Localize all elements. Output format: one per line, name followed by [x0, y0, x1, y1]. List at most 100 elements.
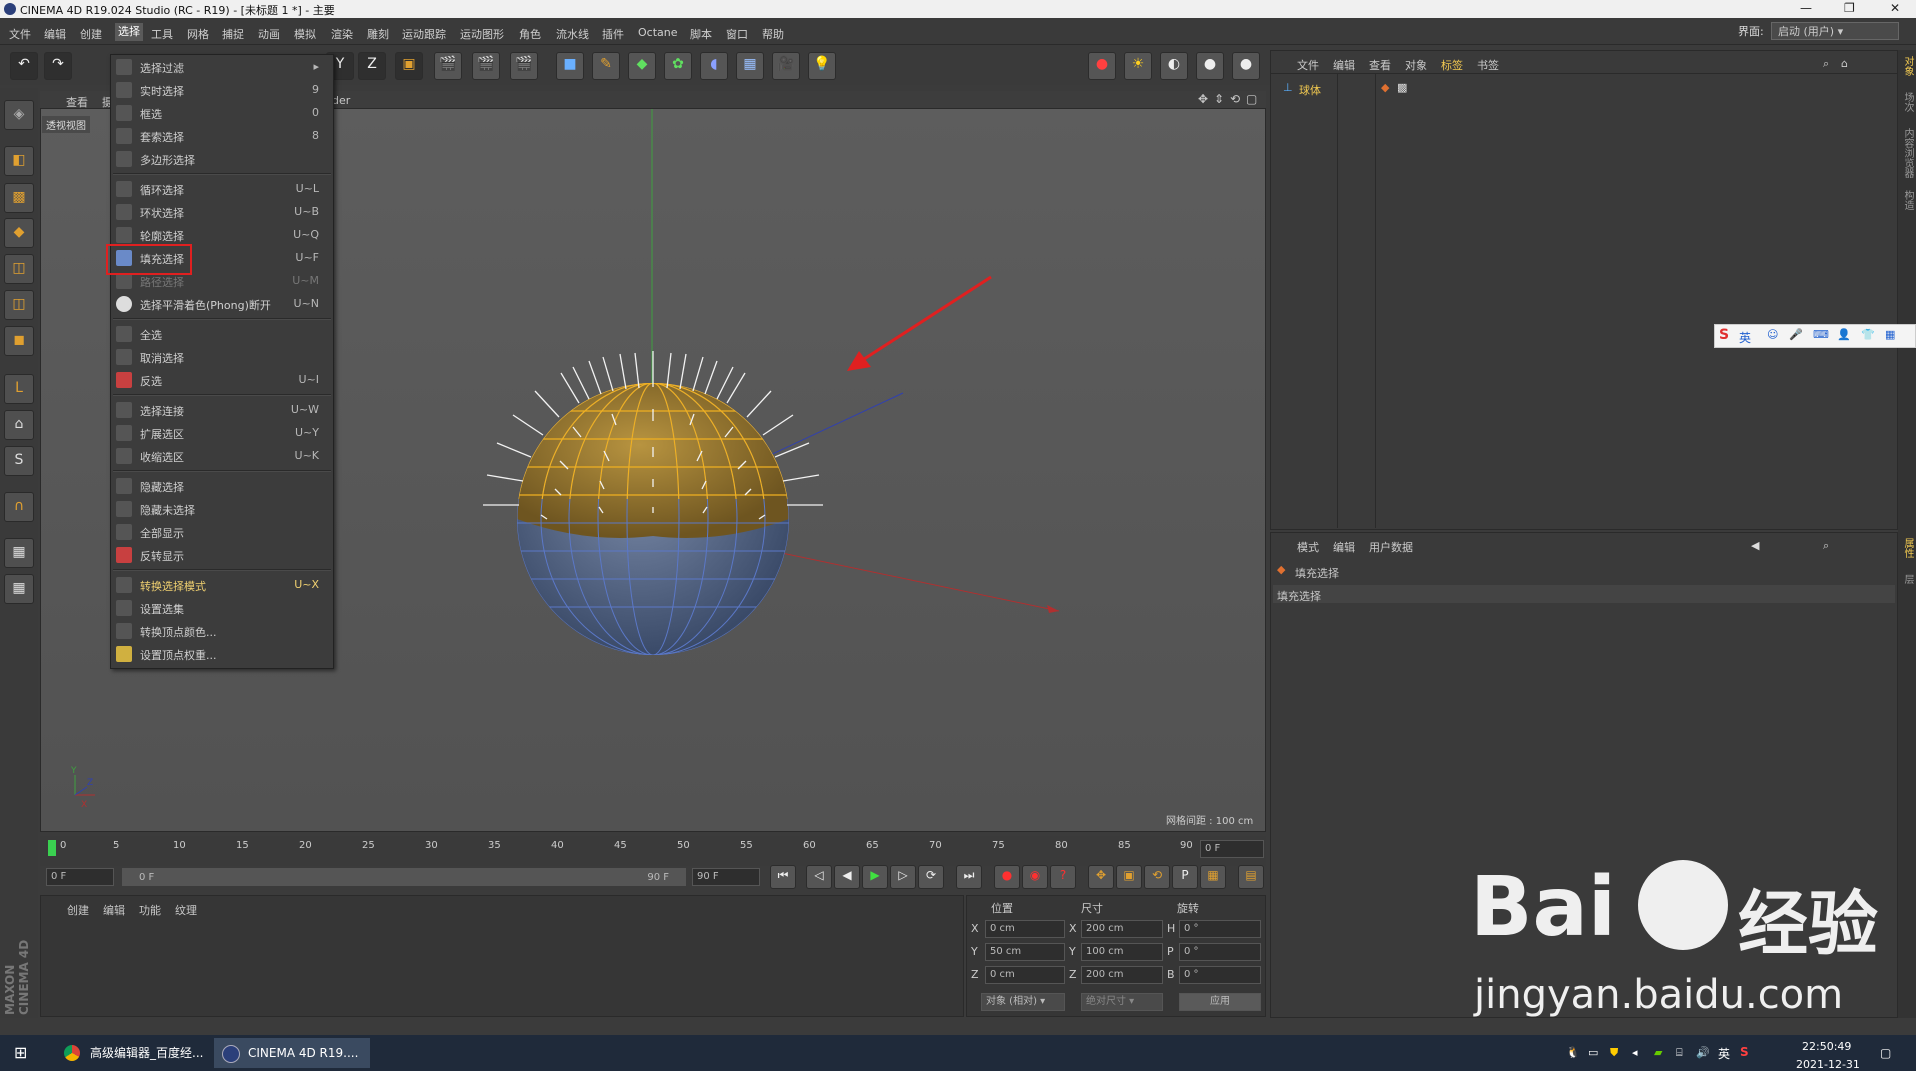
octane-material-button[interactable]: ◐: [1160, 52, 1188, 80]
selection-tag-icon[interactable]: ◆: [1381, 81, 1389, 94]
solo-button[interactable]: S: [4, 446, 34, 476]
om-tab-tags[interactable]: 标签: [1441, 57, 1463, 73]
menu-character[interactable]: 角色: [519, 26, 541, 42]
am-search-icon[interactable]: ⌕: [1823, 539, 1829, 553]
menu-item-live-selection[interactable]: 实时选择 9: [111, 79, 333, 101]
viewport-maximize-icon[interactable]: ▢: [1246, 92, 1257, 106]
phong-tag-icon[interactable]: ▩: [1397, 81, 1407, 94]
menu-item-select-all[interactable]: 全选: [111, 323, 333, 345]
tray-volume-icon[interactable]: 🔊: [1696, 1046, 1710, 1059]
floor-button[interactable]: ▦: [736, 52, 764, 80]
menu-item-hide-unselected[interactable]: 隐藏未选择: [111, 498, 333, 520]
ime-skin-icon[interactable]: 👕: [1861, 328, 1875, 341]
end-frame-field[interactable]: 90 F: [692, 868, 760, 886]
om-search-icon[interactable]: ⌕: [1823, 57, 1829, 71]
viewport-menu-partial[interactable]: der: [332, 94, 350, 107]
menu-create[interactable]: 创建: [80, 26, 102, 42]
om-tab-bookmarks[interactable]: 书签: [1477, 57, 1499, 73]
close-icon[interactable]: ✕: [1890, 1, 1900, 15]
redo-button[interactable]: ↷: [44, 52, 72, 80]
taskbar-cinema4d[interactable]: CINEMA 4D R19....: [214, 1038, 370, 1068]
menu-plugins[interactable]: 插件: [602, 26, 624, 42]
play-button[interactable]: ▶: [862, 865, 888, 889]
size-mode-select[interactable]: 绝对尺寸 ▾: [1081, 993, 1163, 1011]
menu-motion-tracking[interactable]: 运动跟踪: [402, 26, 446, 42]
frame-range-slider[interactable]: 0 F 90 F: [122, 868, 686, 886]
size-z-field[interactable]: 200 cm: [1081, 966, 1163, 984]
vtab-content-browser[interactable]: 内容浏览器: [1901, 128, 1915, 178]
tray-ime-language[interactable]: 英: [1718, 1045, 1730, 1062]
rotation-p-field[interactable]: 0 °: [1179, 943, 1261, 961]
viewport-rotate-icon[interactable]: ⟲: [1230, 92, 1240, 106]
menu-item-set-selection[interactable]: 设置选集: [111, 597, 333, 619]
ime-keyboard-icon[interactable]: ⌨: [1813, 328, 1829, 341]
array-button[interactable]: ✿: [664, 52, 692, 80]
vtab-takes[interactable]: 场次: [1901, 92, 1915, 112]
timeline-window-button[interactable]: ▤: [1238, 865, 1264, 889]
subdivision-button[interactable]: ◆: [628, 52, 656, 80]
mm-tab-texture[interactable]: 纹理: [175, 902, 197, 918]
model-mode-button[interactable]: ◧: [4, 146, 34, 176]
octane-sky-button[interactable]: ●: [1232, 52, 1260, 80]
om-tab-view[interactable]: 查看: [1369, 57, 1391, 73]
menu-script[interactable]: 脚本: [690, 26, 712, 42]
tray-qq-icon[interactable]: 🐧: [1566, 1046, 1580, 1059]
edge-mode-button[interactable]: ◫: [4, 290, 34, 320]
size-x-field[interactable]: 200 cm: [1081, 920, 1163, 938]
playhead[interactable]: [48, 840, 56, 856]
light-button[interactable]: 💡: [808, 52, 836, 80]
axis-mode-button[interactable]: L: [4, 374, 34, 404]
vtab-layers[interactable]: 层: [1901, 574, 1915, 584]
z-axis-lock-button[interactable]: Z: [358, 52, 386, 80]
workplane-mode-button[interactable]: ◆: [4, 218, 34, 248]
octane-env-button[interactable]: ●: [1196, 52, 1224, 80]
undo-button[interactable]: ↶: [10, 52, 38, 80]
polygon-mode-button[interactable]: ◼: [4, 326, 34, 356]
menu-item-convert-vertex-color[interactable]: 转换顶点颜色...: [111, 620, 333, 642]
am-tab-user-data[interactable]: 用户数据: [1369, 539, 1413, 555]
mm-tab-create[interactable]: 创建: [67, 902, 89, 918]
menu-tools[interactable]: 工具: [151, 26, 173, 42]
record-button[interactable]: ●: [994, 865, 1020, 889]
texture-mode-button[interactable]: ▩: [4, 183, 34, 213]
menu-window[interactable]: 窗口: [726, 26, 748, 42]
size-y-field[interactable]: 100 cm: [1081, 943, 1163, 961]
menu-mograph[interactable]: 运动图形: [460, 26, 504, 42]
menu-file[interactable]: 文件: [9, 26, 31, 42]
menu-item-invert[interactable]: 反选 U~I: [111, 369, 333, 391]
render-settings-button[interactable]: 🎬: [510, 52, 538, 80]
goto-start-button[interactable]: ⏮: [770, 865, 796, 889]
camera-button[interactable]: 🎥: [772, 52, 800, 80]
menu-edit[interactable]: 编辑: [44, 26, 66, 42]
tray-time[interactable]: 22:50:49: [1802, 1040, 1851, 1053]
rotation-h-field[interactable]: 0 °: [1179, 920, 1261, 938]
object-name-sphere[interactable]: 球体: [1299, 82, 1321, 98]
vtab-attributes[interactable]: 属性: [1901, 538, 1915, 558]
menu-item-unhide-all[interactable]: 全部显示: [111, 521, 333, 543]
key-pla-button[interactable]: ▦: [1200, 865, 1226, 889]
loop-button[interactable]: ⟳: [918, 865, 944, 889]
next-frame-button[interactable]: ▷: [890, 865, 916, 889]
key-rotation-button[interactable]: ⟲: [1144, 865, 1170, 889]
octane-light-button[interactable]: ☀: [1124, 52, 1152, 80]
restore-icon[interactable]: ❐: [1844, 1, 1855, 15]
menu-item-shrink-selection[interactable]: 收缩选区 U~K: [111, 445, 333, 467]
menu-pipeline[interactable]: 流水线: [556, 26, 589, 42]
om-home-icon[interactable]: ⌂: [1841, 57, 1848, 70]
tray-date[interactable]: 2021-12-31: [1796, 1058, 1860, 1071]
menu-item-select-connected[interactable]: 选择连接 U~W: [111, 399, 333, 421]
menu-item-lasso-selection[interactable]: 套索选择 8: [111, 125, 333, 147]
am-tab-edit[interactable]: 编辑: [1333, 539, 1355, 555]
menu-simulate[interactable]: 模拟: [294, 26, 316, 42]
menu-item-set-vertex-weight[interactable]: 设置顶点权重...: [111, 643, 333, 665]
key-parameter-button[interactable]: P: [1172, 865, 1198, 889]
make-editable-button[interactable]: ◈: [4, 100, 34, 130]
ime-toolbar[interactable]: S 英 ☺ 🎤 ⌨ 👤 👕 ▦: [1714, 324, 1916, 348]
goto-end-button[interactable]: ⏭: [956, 865, 982, 889]
deformer-button[interactable]: ◖: [700, 52, 728, 80]
tray-network-icon[interactable]: ⌸: [1676, 1046, 1683, 1060]
om-tab-objects[interactable]: 对象: [1405, 57, 1427, 73]
menu-select[interactable]: 选择: [115, 23, 143, 41]
coord-mode-select[interactable]: 对象 (相对) ▾: [981, 993, 1065, 1011]
apply-button[interactable]: 应用: [1179, 993, 1261, 1011]
